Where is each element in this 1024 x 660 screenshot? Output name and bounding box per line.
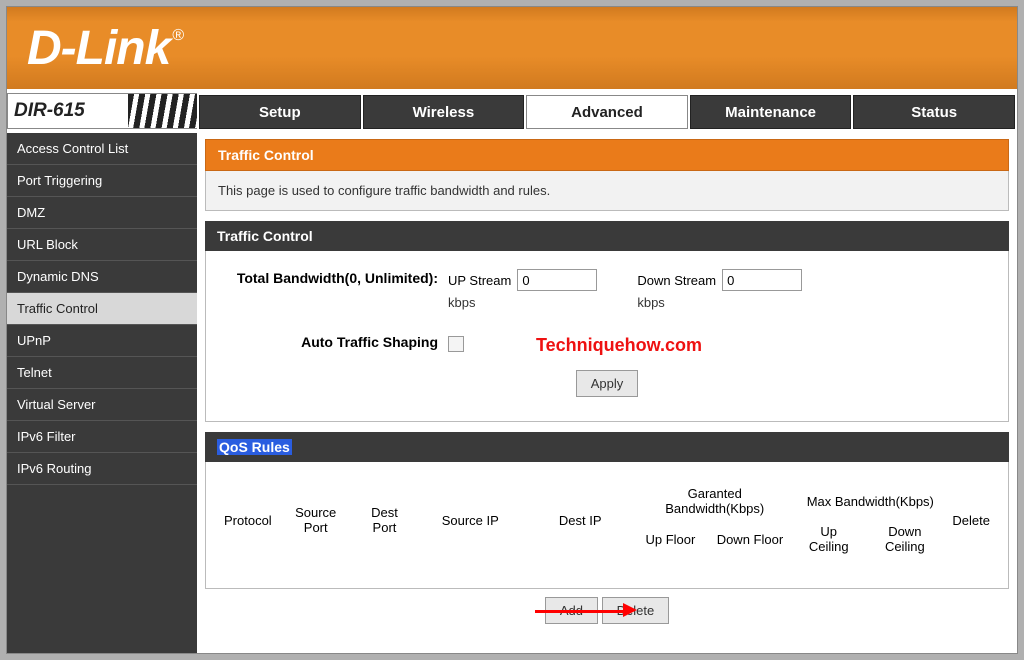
down-stream-label: Down Stream bbox=[637, 273, 716, 288]
app-frame: D-Link® DIR-615 Setup Wireless Advanced … bbox=[6, 6, 1018, 654]
tab-wireless[interactable]: Wireless bbox=[363, 95, 525, 129]
col-up-ceiling: Up Ceiling bbox=[794, 520, 863, 558]
col-max: Max Bandwidth(Kbps) bbox=[794, 482, 946, 520]
traffic-control-section-title: Traffic Control bbox=[205, 221, 1009, 251]
col-src-ip: Source IP bbox=[415, 482, 525, 558]
col-up-floor: Up Floor bbox=[635, 520, 705, 558]
tab-advanced[interactable]: Advanced bbox=[526, 95, 688, 129]
page-title: Traffic Control bbox=[205, 139, 1009, 171]
col-garanted: Garanted Bandwidth(Kbps) bbox=[635, 482, 794, 520]
header-banner: D-Link® bbox=[7, 7, 1017, 93]
up-stream-group: UP Stream kbps bbox=[448, 269, 597, 310]
tab-setup[interactable]: Setup bbox=[199, 95, 361, 129]
col-src-port: Source Port bbox=[278, 482, 354, 558]
apply-button[interactable]: Apply bbox=[576, 370, 639, 397]
col-down-ceiling: Down Ceiling bbox=[863, 520, 946, 558]
sidebar-item-port-triggering[interactable]: Port Triggering bbox=[7, 165, 197, 197]
col-dst-port: Dest Port bbox=[354, 482, 416, 558]
sidebar-item-traffic-control[interactable]: Traffic Control bbox=[7, 293, 197, 325]
main-layout: Access Control List Port Triggering DMZ … bbox=[7, 133, 1017, 653]
traffic-control-panel: Total Bandwidth(0, Unlimited): UP Stream… bbox=[205, 251, 1009, 422]
logo-text: D-Link bbox=[27, 22, 170, 75]
sidebar-item-ddns[interactable]: Dynamic DNS bbox=[7, 261, 197, 293]
ats-checkbox[interactable] bbox=[448, 336, 464, 352]
ats-label: Auto Traffic Shaping bbox=[218, 334, 448, 350]
tab-status[interactable]: Status bbox=[853, 95, 1015, 129]
annotation-arrow bbox=[535, 601, 637, 617]
model-label: DIR-615 bbox=[14, 100, 85, 122]
sidebar: Access Control List Port Triggering DMZ … bbox=[7, 133, 197, 653]
sidebar-item-virtual-server[interactable]: Virtual Server bbox=[7, 389, 197, 421]
qos-title-text: QoS Rules bbox=[217, 439, 292, 455]
col-delete: Delete bbox=[946, 482, 996, 558]
qos-panel: Protocol Source Port Dest Port Source IP… bbox=[205, 462, 1009, 589]
sidebar-item-upnp[interactable]: UPnP bbox=[7, 325, 197, 357]
col-down-floor: Down Floor bbox=[706, 520, 795, 558]
up-stream-input[interactable] bbox=[517, 269, 597, 291]
down-stream-unit: kbps bbox=[637, 295, 802, 310]
tab-maintenance[interactable]: Maintenance bbox=[690, 95, 852, 129]
model-tag: DIR-615 bbox=[7, 93, 197, 129]
bandwidth-label: Total Bandwidth(0, Unlimited): bbox=[218, 269, 448, 287]
arrow-head-icon bbox=[623, 603, 637, 617]
stream-group: UP Stream kbps Down Stream kbps bbox=[448, 269, 802, 310]
brand-logo: D-Link® bbox=[27, 21, 181, 76]
apply-row: Apply bbox=[218, 370, 996, 397]
qos-section-title: QoS Rules bbox=[205, 432, 1009, 462]
sidebar-item-acl[interactable]: Access Control List bbox=[7, 133, 197, 165]
top-row: DIR-615 Setup Wireless Advanced Maintena… bbox=[7, 93, 1017, 133]
main-tabs: Setup Wireless Advanced Maintenance Stat… bbox=[197, 93, 1017, 133]
sidebar-item-ipv6-filter[interactable]: IPv6 Filter bbox=[7, 421, 197, 453]
sidebar-item-dmz[interactable]: DMZ bbox=[7, 197, 197, 229]
page-description: This page is used to configure traffic b… bbox=[205, 171, 1009, 211]
col-dst-ip: Dest IP bbox=[525, 482, 635, 558]
content-area: Traffic Control This page is used to con… bbox=[197, 133, 1017, 653]
sidebar-item-ipv6-routing[interactable]: IPv6 Routing bbox=[7, 453, 197, 485]
up-stream-label: UP Stream bbox=[448, 273, 511, 288]
col-protocol: Protocol bbox=[218, 482, 278, 558]
down-stream-group: Down Stream kbps bbox=[637, 269, 802, 310]
sidebar-item-url-block[interactable]: URL Block bbox=[7, 229, 197, 261]
actions-row: Add Delete bbox=[205, 589, 1009, 624]
sidebar-item-telnet[interactable]: Telnet bbox=[7, 357, 197, 389]
qos-table: Protocol Source Port Dest Port Source IP… bbox=[218, 482, 996, 558]
arrow-line-icon bbox=[535, 610, 625, 613]
down-stream-input[interactable] bbox=[722, 269, 802, 291]
bandwidth-row: Total Bandwidth(0, Unlimited): UP Stream… bbox=[218, 269, 996, 310]
watermark-text: Techniquehow.com bbox=[536, 335, 702, 356]
up-stream-unit: kbps bbox=[448, 295, 597, 310]
